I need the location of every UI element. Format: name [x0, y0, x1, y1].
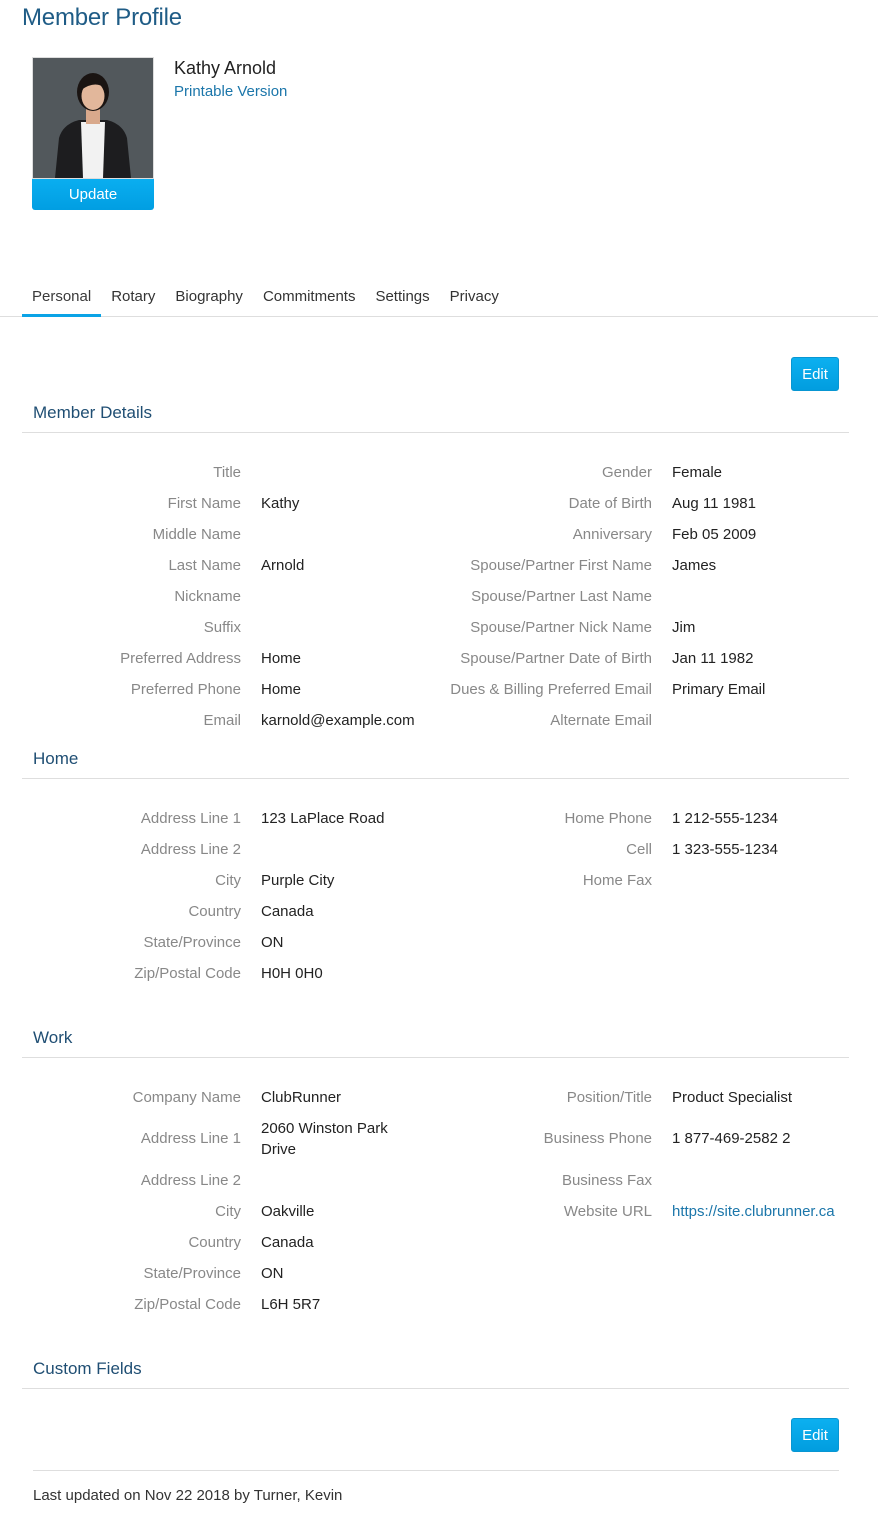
- website-url-link[interactable]: https://site.clubrunner.ca: [672, 1201, 835, 1222]
- field-label: Zip/Postal Code: [134, 1296, 241, 1313]
- field-label: Position/Title: [566, 1089, 652, 1106]
- field-label: Date of Birth: [568, 495, 652, 512]
- field-value: ON: [261, 1265, 284, 1282]
- tab-commitments[interactable]: Commitments: [253, 280, 366, 316]
- field-label: Suffix: [203, 619, 241, 636]
- field-label: Alternate Email: [550, 712, 652, 729]
- field-value: H0H 0H0: [261, 965, 323, 982]
- tab-rotary[interactable]: Rotary: [101, 280, 165, 316]
- field-value: Drive: [261, 1141, 297, 1158]
- field-label: Last Name: [168, 557, 241, 574]
- field-value: Primary Email: [672, 681, 766, 698]
- field-label: Spouse/Partner Last Name: [471, 588, 652, 605]
- field-label: Email: [203, 712, 241, 729]
- edit-custom-fields-button[interactable]: Edit: [791, 1418, 839, 1452]
- field-label: Business Fax: [561, 1172, 652, 1189]
- tab-privacy[interactable]: Privacy: [440, 280, 509, 316]
- field-label: State/Province: [143, 934, 241, 951]
- profile-photo: [32, 57, 154, 179]
- field-value: Aug 11 1981: [672, 495, 756, 512]
- profile-photo-block: Update: [32, 57, 154, 210]
- field-label: First Name: [167, 495, 241, 512]
- field-label: Business Phone: [543, 1130, 652, 1147]
- field-value: Kathy: [261, 495, 300, 512]
- tab-biography[interactable]: Biography: [165, 280, 253, 316]
- section-title-home: Home: [22, 749, 849, 779]
- field-label: Middle Name: [152, 526, 241, 543]
- section-title-work: Work: [22, 1028, 849, 1058]
- printable-version-link[interactable]: Printable Version: [174, 83, 287, 100]
- field-label: City: [215, 1203, 241, 1220]
- field-value: Jan 11 1982: [672, 650, 754, 667]
- footer-divider: [33, 1470, 839, 1471]
- field-label: Nickname: [174, 588, 241, 605]
- field-value: ON: [261, 934, 284, 951]
- field-label: Address Line 2: [140, 841, 241, 858]
- tab-personal[interactable]: Personal: [22, 280, 102, 317]
- field-value: Product Specialist: [672, 1089, 793, 1106]
- email-value: karnold@example.com: [261, 712, 415, 729]
- field-value: Purple City: [261, 872, 335, 889]
- field-value: Canada: [261, 903, 314, 920]
- field-value: 1 212-555-1234: [672, 810, 778, 827]
- field-label: Home Fax: [582, 872, 652, 889]
- field-value: Canada: [261, 1234, 314, 1251]
- field-label: Company Name: [132, 1089, 241, 1106]
- field-value: 123 LaPlace Road: [261, 810, 385, 827]
- profile-tabs: Personal Rotary Biography Commitments Se…: [0, 280, 878, 317]
- field-label: Cell: [626, 841, 652, 858]
- profile-photo-image: [33, 58, 153, 178]
- field-label: Address Line 2: [140, 1172, 241, 1189]
- field-value: 1 877-469-2582 2: [672, 1130, 791, 1147]
- field-label: Address Line 1: [140, 810, 241, 827]
- field-value: 2060 Winston Park: [261, 1120, 388, 1137]
- update-photo-button[interactable]: Update: [32, 179, 154, 210]
- field-label: Title: [213, 464, 241, 481]
- field-label: Country: [188, 1234, 241, 1251]
- field-label: City: [215, 872, 241, 889]
- field-label: Preferred Phone: [130, 681, 241, 698]
- field-value: L6H 5R7: [261, 1296, 321, 1313]
- field-value: Home: [261, 650, 302, 667]
- field-label: Dues & Billing Preferred Email: [450, 681, 652, 698]
- field-value: ClubRunner: [261, 1089, 342, 1106]
- field-label: Spouse/Partner Nick Name: [470, 619, 652, 636]
- field-label: Website URL: [563, 1203, 652, 1220]
- edit-personal-button[interactable]: Edit: [791, 357, 839, 391]
- field-label: State/Province: [143, 1265, 241, 1282]
- field-label: Home Phone: [564, 810, 652, 827]
- field-value: Oakville: [261, 1203, 315, 1220]
- tab-settings[interactable]: Settings: [365, 280, 439, 316]
- field-value: Home: [261, 681, 302, 698]
- field-value: Female: [672, 464, 723, 481]
- member-name: Kathy Arnold: [174, 58, 277, 78]
- last-updated-text: Last updated on Nov 22 2018 by Turner, K…: [33, 1487, 343, 1504]
- field-label: Zip/Postal Code: [134, 965, 241, 982]
- field-value: Arnold: [261, 557, 305, 574]
- section-title-member-details: Member Details: [22, 403, 849, 433]
- field-value: Feb 05 2009: [672, 526, 757, 543]
- field-label: Country: [188, 903, 241, 920]
- section-title-custom-fields: Custom Fields: [22, 1359, 849, 1389]
- field-value: Jim: [672, 619, 696, 636]
- field-label: Address Line 1: [140, 1130, 241, 1147]
- field-value: James: [672, 557, 717, 574]
- field-label: Gender: [601, 464, 652, 481]
- field-label: Spouse/Partner First Name: [470, 557, 652, 574]
- field-label: Anniversary: [572, 526, 652, 543]
- page-title: Member Profile: [22, 4, 182, 31]
- field-label: Preferred Address: [120, 650, 241, 667]
- field-label: Spouse/Partner Date of Birth: [460, 650, 652, 667]
- field-value: 1 323-555-1234: [672, 841, 778, 858]
